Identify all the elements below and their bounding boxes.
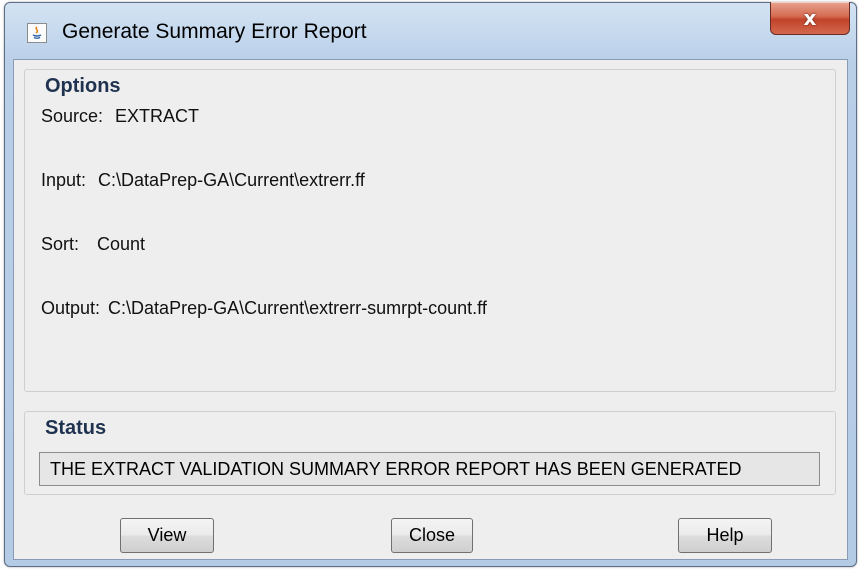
- title-bar[interactable]: Generate Summary Error Report x: [5, 2, 856, 59]
- options-heading: Options: [45, 75, 121, 97]
- sort-row: Sort: Count: [41, 234, 145, 255]
- input-label: Input:: [41, 170, 87, 190]
- dialog-window: Generate Summary Error Report x Options …: [4, 2, 857, 567]
- output-row: Output: C:\DataPrep-GA\Current\extrerr-su…: [41, 298, 487, 319]
- java-app-icon: [27, 23, 47, 43]
- status-message-field: THE EXTRACT VALIDATION SUMMARY ERROR REP…: [39, 452, 820, 486]
- options-group: Options Source: EXTRACT Input: C:\DataPrep…: [24, 69, 836, 392]
- sort-value: Count: [97, 234, 146, 254]
- source-value: EXTRACT: [115, 106, 200, 126]
- dialog-content: Options Source: EXTRACT Input: C:\DataPrep…: [13, 59, 848, 560]
- output-label: Output:: [41, 298, 101, 318]
- input-value: C:\DataPrep-GA\Current\extrerr.ff: [98, 170, 365, 190]
- view-button[interactable]: View: [120, 518, 214, 553]
- input-row: Input: C:\DataPrep-GA\Current\extrerr.ff: [41, 170, 365, 191]
- close-button[interactable]: Close: [391, 518, 473, 553]
- close-icon: x: [803, 6, 817, 30]
- source-row: Source: EXTRACT: [41, 106, 199, 127]
- window-title: Generate Summary Error Report: [62, 20, 367, 43]
- output-value: C:\DataPrep-GA\Current\extrerr-sumrpt-co…: [108, 298, 487, 318]
- status-heading: Status: [45, 417, 107, 439]
- source-label: Source:: [41, 106, 104, 126]
- status-group: Status THE EXTRACT VALIDATION SUMMARY ER…: [24, 411, 836, 495]
- window-close-button[interactable]: x: [770, 2, 850, 35]
- sort-label: Sort:: [41, 234, 80, 254]
- help-button[interactable]: Help: [678, 518, 772, 553]
